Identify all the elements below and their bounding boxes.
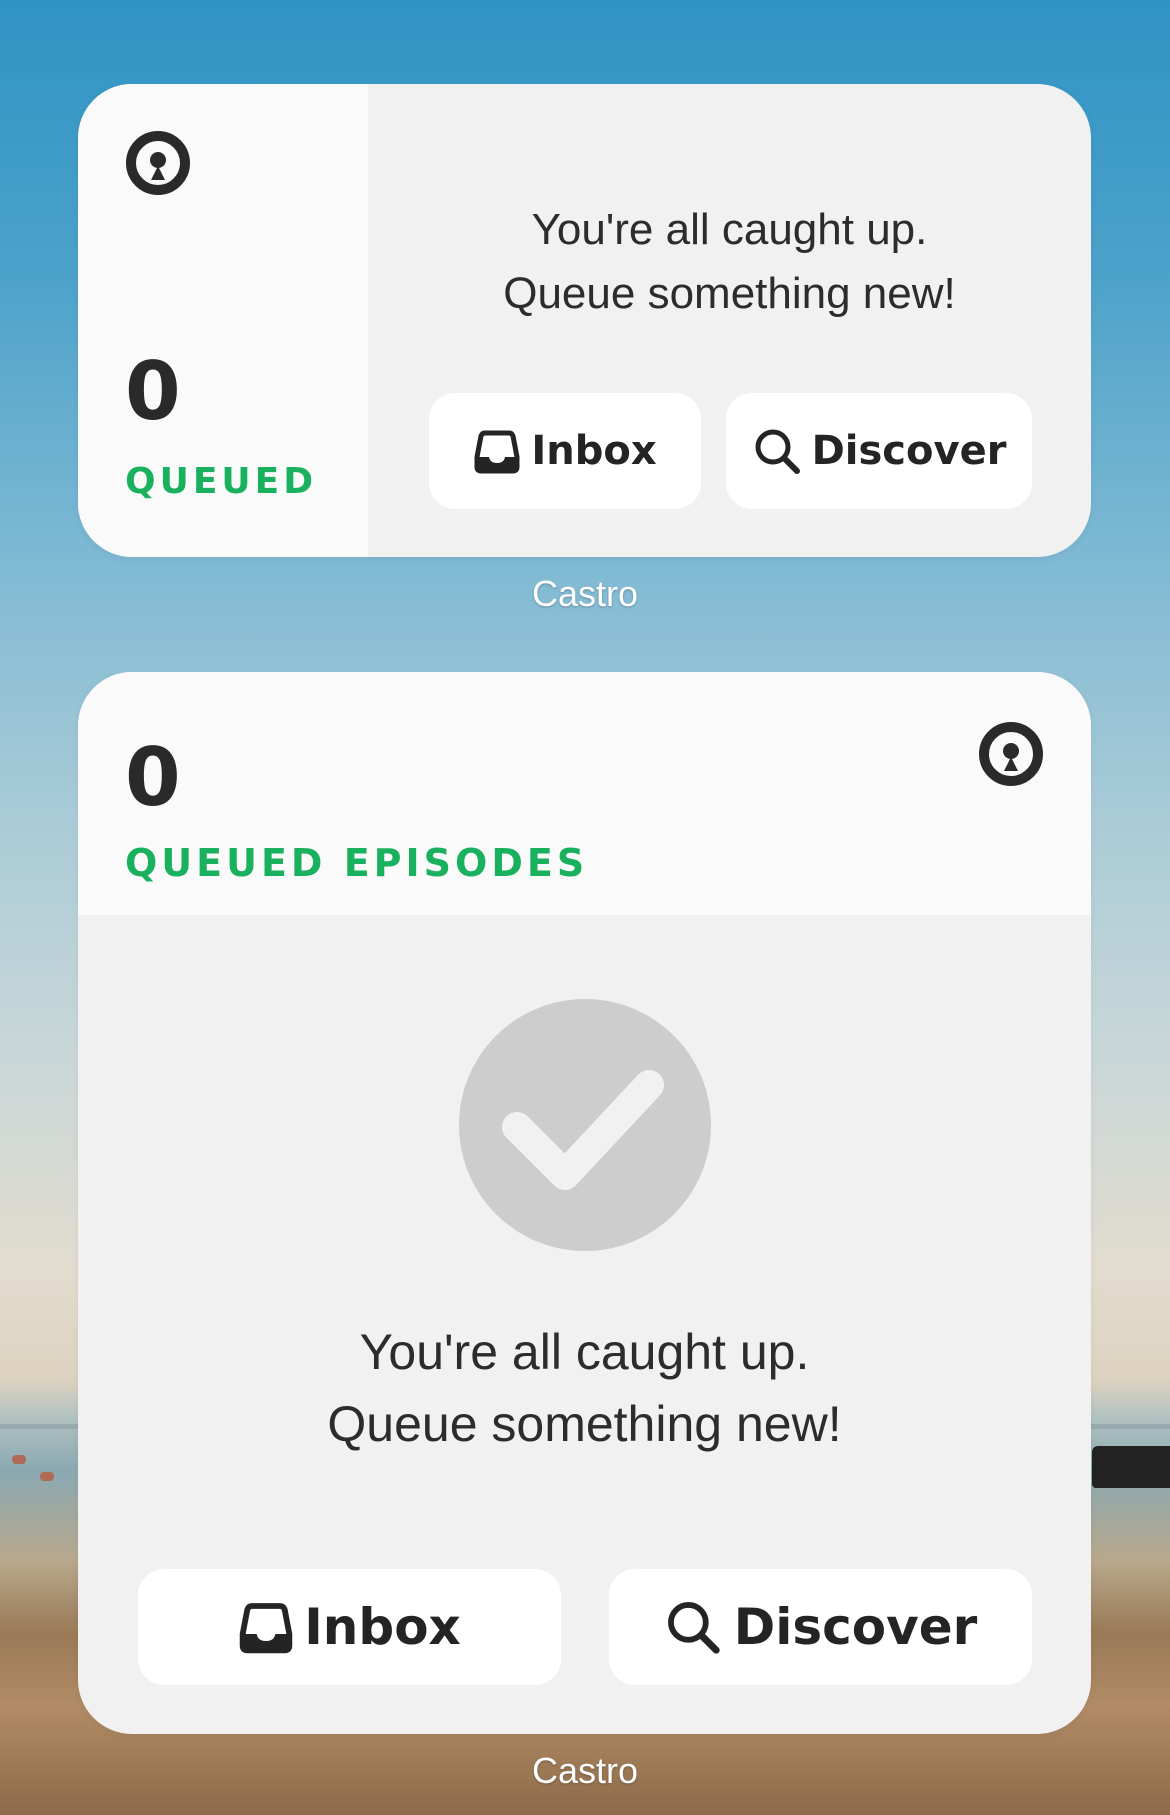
inbox-button[interactable]: Inbox xyxy=(138,1569,561,1685)
caught-up-message: You're all caught up. Queue something ne… xyxy=(368,198,1091,326)
queued-label: QUEUED xyxy=(125,461,318,502)
castro-logo-icon xyxy=(125,130,191,196)
message-line-1: You're all caught up. xyxy=(531,205,928,254)
swimmer xyxy=(12,1455,26,1464)
message-line-1: You're all caught up. xyxy=(359,1324,810,1380)
inbox-tray-icon xyxy=(473,427,521,475)
castro-widget-medium[interactable]: 0 QUEUED You're all caught up. Queue som… xyxy=(78,84,1091,557)
checkmark-icon xyxy=(459,999,711,1251)
queued-count: 0 xyxy=(125,345,181,438)
message-line-2: Queue something new! xyxy=(327,1396,842,1452)
discover-button[interactable]: Discover xyxy=(609,1569,1032,1685)
queue-count-header: 0 QUEUED EPISODES xyxy=(78,672,1091,915)
magnifier-search-icon xyxy=(752,426,802,476)
queued-episodes-count: 0 xyxy=(125,731,181,824)
discover-button-label: Discover xyxy=(811,428,1007,474)
caught-up-message: You're all caught up. Queue something ne… xyxy=(78,1316,1091,1460)
castro-widget-large[interactable]: 0 QUEUED EPISODES You're all caught up. … xyxy=(78,672,1091,1734)
queued-episodes-label: QUEUED EPISODES xyxy=(125,841,589,885)
discover-button-label: Discover xyxy=(733,1598,978,1656)
magnifier-search-icon xyxy=(664,1598,722,1656)
queue-count-panel: 0 QUEUED xyxy=(78,84,368,557)
rock xyxy=(1092,1446,1170,1488)
message-line-2: Queue something new! xyxy=(503,269,956,318)
widget-app-name: Castro xyxy=(531,573,639,614)
inbox-button-label: Inbox xyxy=(304,1598,461,1656)
inbox-button[interactable]: Inbox xyxy=(429,393,701,509)
inbox-button-label: Inbox xyxy=(531,428,657,474)
castro-logo-icon xyxy=(978,721,1044,787)
swimmer xyxy=(40,1472,54,1481)
discover-button[interactable]: Discover xyxy=(726,393,1032,509)
widget-app-name: Castro xyxy=(531,1750,639,1791)
inbox-tray-icon xyxy=(238,1599,294,1655)
